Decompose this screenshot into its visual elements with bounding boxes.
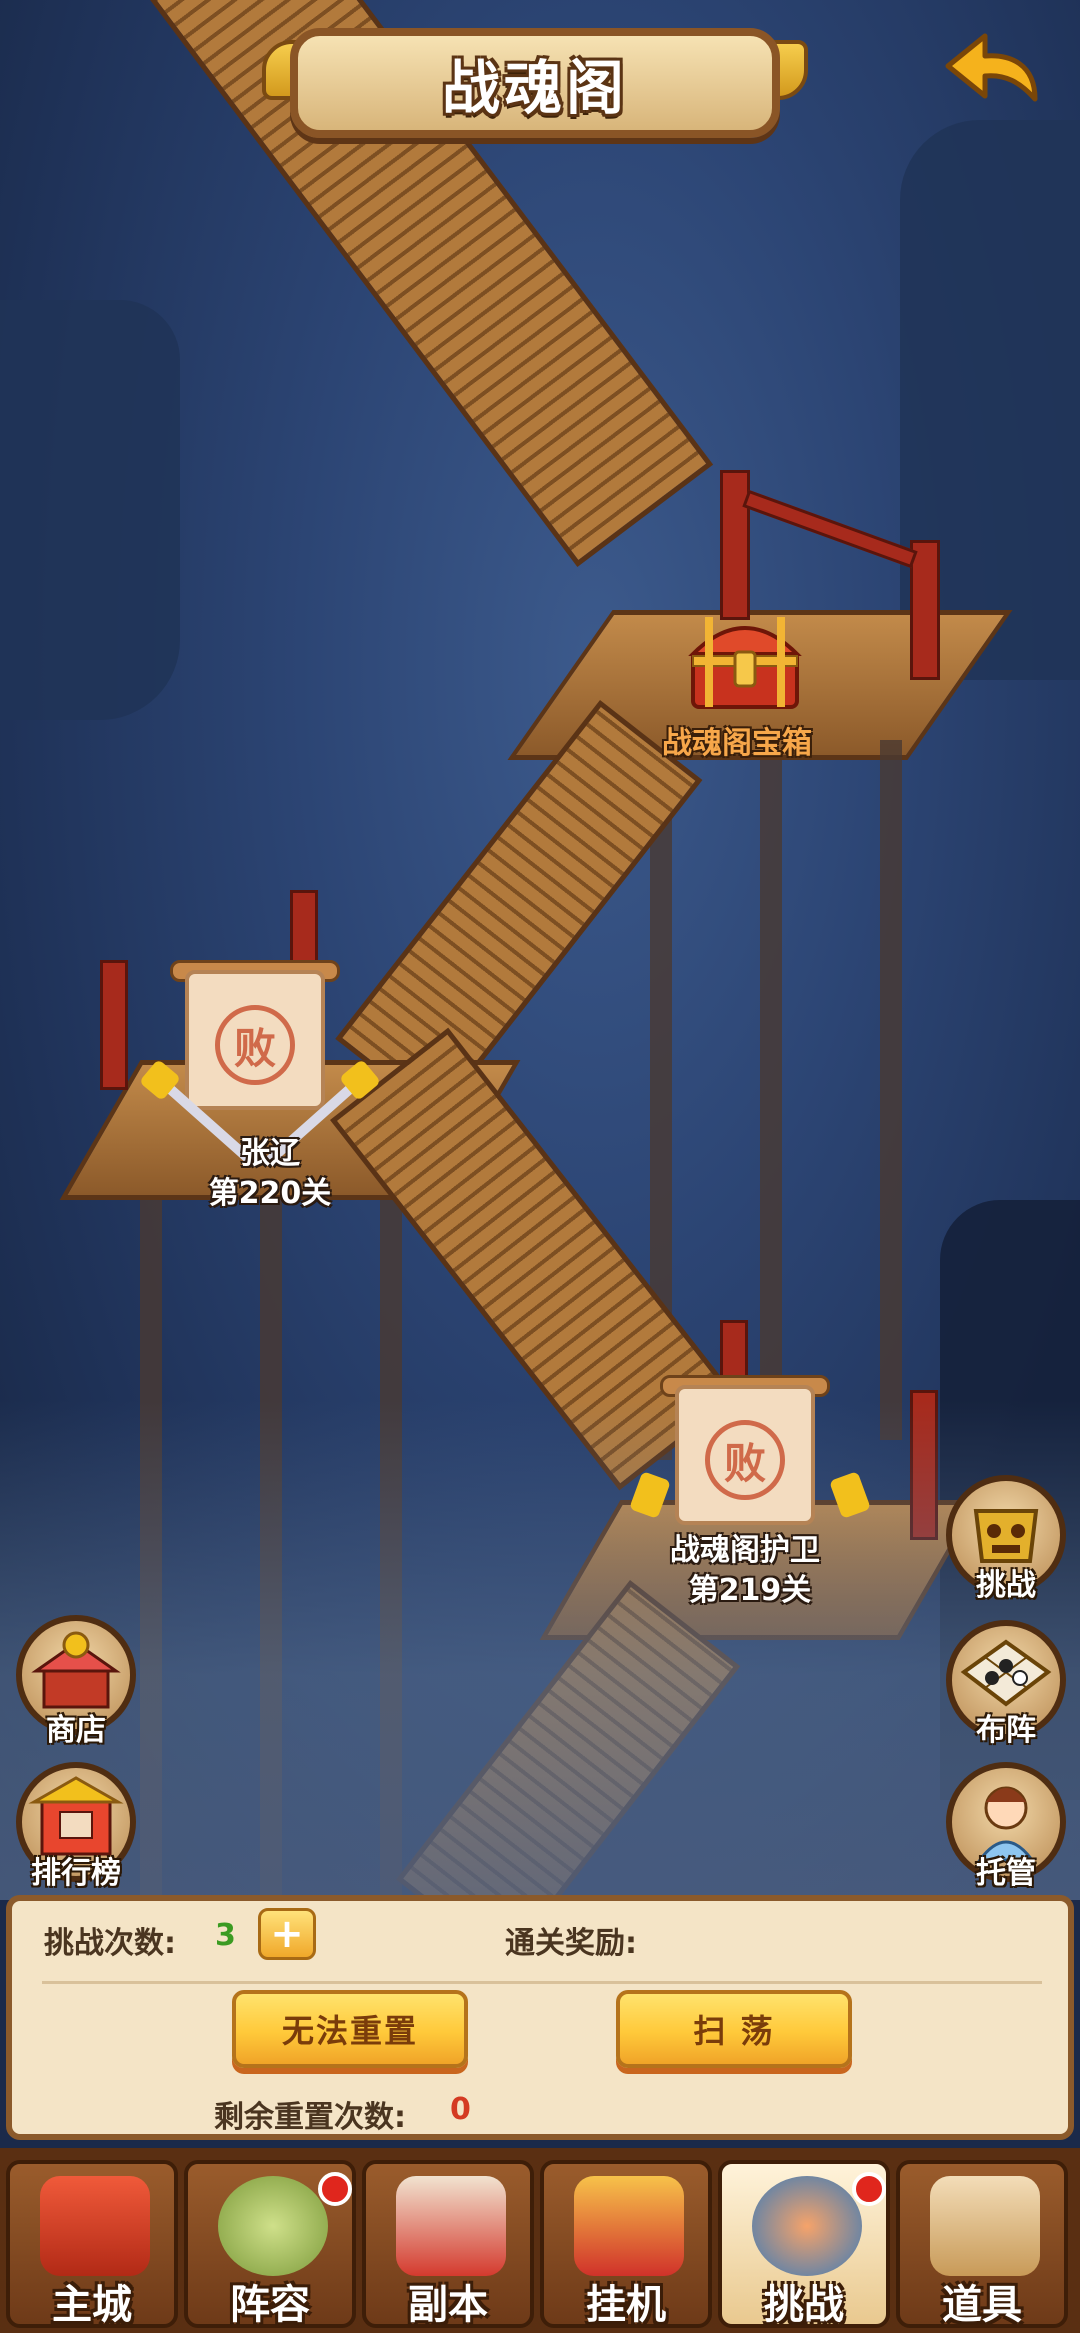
sweep-button-label: 扫 荡 bbox=[693, 2012, 775, 2050]
plus-icon: + bbox=[270, 1911, 304, 1957]
reset-button[interactable]: 无法重置 bbox=[232, 1990, 468, 2068]
tab-items-label: 道具 bbox=[942, 2282, 1022, 2328]
formation-label: 布阵 bbox=[976, 1713, 1036, 1748]
tab-city[interactable]: 主城 bbox=[6, 2160, 178, 2328]
treasure-chest-icon bbox=[688, 617, 802, 709]
city-icon bbox=[40, 2176, 150, 2276]
tower-scene bbox=[0, 0, 1080, 1900]
tab-lineup-label: 阵容 bbox=[230, 2282, 310, 2328]
railing-post bbox=[910, 540, 940, 680]
tab-items[interactable]: 道具 bbox=[896, 2160, 1068, 2328]
back-button[interactable] bbox=[940, 24, 1050, 114]
treasure-chest-label: 战魂阁宝箱 bbox=[662, 726, 812, 761]
idle-icon bbox=[574, 2176, 684, 2276]
tab-challenge-label: 挑战 bbox=[764, 2282, 844, 2328]
tab-idle-label: 挂机 bbox=[586, 2282, 666, 2328]
sweep-button[interactable]: 扫 荡 bbox=[616, 1990, 852, 2068]
add-challenge-button[interactable]: + bbox=[258, 1908, 316, 1960]
tab-lineup[interactable]: 阵容 bbox=[184, 2160, 356, 2328]
stairway-middle bbox=[335, 700, 703, 1119]
level-220-stage: 第220关 bbox=[208, 1176, 332, 1211]
panel-divider bbox=[42, 1981, 1042, 1984]
railing-post bbox=[720, 470, 750, 620]
fog-overlay bbox=[0, 1400, 1080, 1900]
reset-button-label: 无法重置 bbox=[281, 2012, 418, 2050]
remaining-resets-value: 0 bbox=[450, 2092, 471, 2127]
tab-dungeon[interactable]: 副本 bbox=[362, 2160, 534, 2328]
back-arrow-icon bbox=[945, 33, 1038, 102]
level-219-name: 战魂阁护卫 bbox=[670, 1533, 820, 1568]
tab-challenge[interactable]: 挑战 bbox=[718, 2160, 890, 2328]
lineup-icon bbox=[218, 2176, 328, 2276]
reward-label: 通关奖励: bbox=[505, 1926, 637, 1961]
dungeon-icon bbox=[396, 2176, 506, 2276]
notification-badge bbox=[852, 2172, 886, 2206]
challenge-label: 挑战 bbox=[976, 1568, 1036, 1603]
cliff-left bbox=[0, 300, 180, 720]
challenge-count-value: 3 bbox=[215, 1918, 236, 1953]
railing-post bbox=[100, 960, 128, 1090]
title-plate: 战魂阁 bbox=[290, 28, 780, 138]
auto-label: 托管 bbox=[976, 1856, 1036, 1891]
page-title: 战魂阁 bbox=[441, 54, 628, 122]
level-219-stage: 第219关 bbox=[688, 1573, 812, 1608]
support-pole bbox=[880, 740, 902, 1440]
support-pole bbox=[760, 760, 782, 1460]
tab-dungeon-label: 副本 bbox=[408, 2282, 488, 2328]
notification-badge bbox=[318, 2172, 352, 2206]
tab-idle[interactable]: 挂机 bbox=[540, 2160, 712, 2328]
ranking-label: 排行榜 bbox=[31, 1856, 121, 1891]
railing-bar bbox=[742, 489, 918, 569]
treasure-chest-node[interactable] bbox=[685, 612, 805, 712]
items-icon bbox=[930, 2176, 1040, 2276]
tab-city-label: 主城 bbox=[52, 2282, 132, 2328]
challenge-count-label: 挑战次数: bbox=[44, 1926, 176, 1961]
challenge-tab-icon bbox=[752, 2176, 862, 2276]
shop-label: 商店 bbox=[46, 1713, 106, 1748]
remaining-resets-label: 剩余重置次数: bbox=[214, 2100, 406, 2135]
level-220-name: 张辽 bbox=[240, 1136, 300, 1171]
